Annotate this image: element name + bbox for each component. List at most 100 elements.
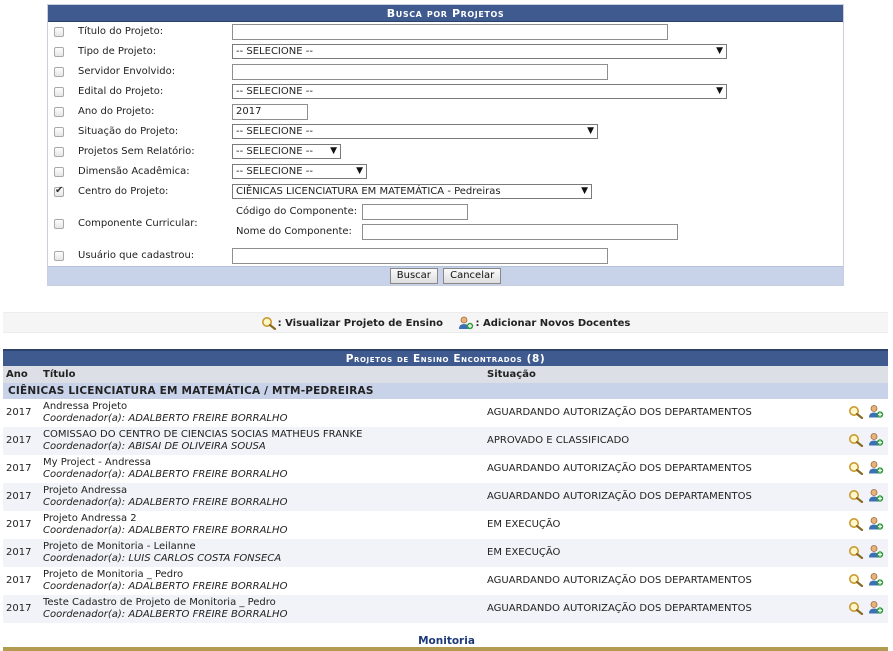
edital-select-value: -- SELECIONE -- [236,86,313,97]
row-coordenador: Coordenador(a): ADALBERTO FREIRE BORRALH… [43,497,288,508]
usuario-input[interactable] [232,248,608,264]
magnifier-icon [849,518,864,532]
results-rows: 2017 Andressa Projeto Coordenador(a): ADAL… [3,399,888,623]
add-user-icon [869,461,884,474]
titulo-input[interactable] [232,24,668,40]
sem-relatorio-label: Projetos Sem Relatório: [78,146,195,157]
dropdown-arrow-icon: ▼ [330,146,337,156]
edital-select[interactable]: -- SELECIONE -- ▼ [232,84,727,99]
row-sem-relatorio: Projetos Sem Relatório: -- SELECIONE -- … [48,142,843,162]
row-titulo: Projeto de Monitoria - Leilanne [43,541,196,552]
componente-label: Componente Curricular: [78,218,198,229]
row-tipo: Tipo de Projeto: -- SELECIONE -- ▼ [48,42,843,62]
row-centro: Centro do Projeto: CIÊNICAS LICENCIATURA… [48,182,843,202]
row-coordenador: Coordenador(a): LUIS CARLOS COSTA FONSEC… [43,553,282,564]
situacao-select-value: -- SELECIONE -- [236,126,313,137]
codigo-componente-input[interactable] [362,204,468,220]
add-docentes-button[interactable] [868,432,884,450]
view-project-button[interactable] [848,517,864,534]
results-header: Ano Título Situação [3,366,888,383]
add-docentes-button[interactable] [868,516,884,534]
header-titulo: Título [43,369,76,380]
buscar-button[interactable]: Buscar [389,268,438,284]
view-project-button[interactable] [848,601,864,618]
header-situacao: Situação [487,369,536,380]
view-project-button[interactable] [848,433,864,450]
view-project-button[interactable] [848,545,864,562]
dropdown-arrow-icon: ▼ [716,46,723,56]
row-ano: 2017 [6,519,32,530]
sem-relatorio-select[interactable]: -- SELECIONE -- ▼ [232,144,341,159]
dimensao-select[interactable]: -- SELECIONE -- ▼ [232,164,367,179]
dropdown-arrow-icon: ▼ [356,166,363,176]
results-title: Projetos de Ensino Encontrados (8) [3,349,888,366]
row-coordenador: Coordenador(a): ADALBERTO FREIRE BORRALH… [43,609,288,620]
form-actions: Buscar Cancelar [48,266,843,285]
servidor-input[interactable] [232,64,608,80]
situacao-select[interactable]: -- SELECIONE -- ▼ [232,124,598,139]
view-project-button[interactable] [848,405,864,422]
add-docentes-button[interactable] [868,404,884,422]
servidor-checkbox[interactable] [54,67,64,77]
titulo-checkbox[interactable] [54,27,64,37]
group-header: CIÊNICAS LICENCIATURA EM MATEMÁTICA / MT… [3,383,888,399]
table-row: 2017 My Project - Andressa Coordenador(a):… [3,455,888,483]
add-user-icon [869,433,884,446]
table-row: 2017 Projeto Andressa 2 Coordenador(a): AD… [3,511,888,539]
view-project-button[interactable] [848,489,864,506]
sem-relatorio-select-value: -- SELECIONE -- [236,146,313,157]
edital-checkbox[interactable] [54,87,64,97]
row-ano: Ano do Projeto: 2017 [48,102,843,122]
add-user-icon [869,573,884,586]
situacao-checkbox[interactable] [54,127,64,137]
monitoria-link[interactable]: Monitoria [0,635,893,647]
add-user-icon [869,489,884,502]
row-componente: Componente Curricular: Código do Compone… [48,202,843,246]
servidor-label: Servidor Envolvido: [78,66,176,77]
row-coordenador: Coordenador(a): ADALBERTO FREIRE BORRALH… [43,525,288,536]
dimensao-select-value: -- SELECIONE -- [236,166,313,177]
footer-bar [3,647,888,651]
legend-add-label: : Adicionar Novos Docentes [475,318,631,329]
magnifier-icon [849,462,864,476]
centro-select[interactable]: CIÊNICAS LICENCIATURA EM MATEMÁTICA - Pe… [232,184,592,199]
row-titulo: Projeto Andressa [43,485,128,496]
tipo-select[interactable]: -- SELECIONE -- ▼ [232,44,727,59]
centro-select-value: CIÊNICAS LICENCIATURA EM MATEMÁTICA - Pe… [236,186,501,197]
cancelar-button[interactable]: Cancelar [443,268,502,284]
row-usuario: Usuário que cadastrou: [48,246,843,266]
legend-view-label: : Visualizar Projeto de Ensino [277,318,443,329]
row-ano: 2017 [6,463,32,474]
row-ano: 2017 [6,603,32,614]
edital-label: Edital do Projeto: [78,86,164,97]
add-docentes-button[interactable] [868,544,884,562]
usuario-checkbox[interactable] [54,251,64,261]
ano-checkbox[interactable] [54,107,64,117]
add-docentes-button[interactable] [868,460,884,478]
dimensao-checkbox[interactable] [54,167,64,177]
row-coordenador: Coordenador(a): ABISAI DE OLIVEIRA SOUSA [43,441,266,452]
dropdown-arrow-icon: ▼ [581,186,588,196]
add-docentes-button[interactable] [868,572,884,590]
dropdown-arrow-icon: ▼ [716,86,723,96]
row-titulo: Andressa Projeto [43,401,128,412]
codigo-componente-label: Código do Componente: [236,206,358,217]
add-user-icon [869,601,884,614]
add-user-icon [869,545,884,558]
row-ano: 2017 [6,435,32,446]
row-titulo: Teste Cadastro de Projeto de Monitoria _… [43,597,276,608]
ano-input[interactable]: 2017 [232,104,308,120]
nome-componente-input[interactable] [362,224,678,240]
sem-relatorio-checkbox[interactable] [54,147,64,157]
centro-checkbox[interactable] [54,185,64,197]
add-docentes-button[interactable] [868,488,884,506]
tipo-checkbox[interactable] [54,47,64,57]
row-situacao: AGUARDANDO AUTORIZAÇÃO DOS DEPARTAMENTOS [487,575,752,586]
table-row: 2017 Projeto de Monitoria _ Pedro Coordena… [3,567,888,595]
table-row: 2017 Andressa Projeto Coordenador(a): ADAL… [3,399,888,427]
add-docentes-button[interactable] [868,600,884,618]
componente-checkbox[interactable] [54,219,64,229]
view-project-button[interactable] [848,573,864,590]
view-project-button[interactable] [848,461,864,478]
row-situacao: EM EXECUÇÃO [487,519,561,530]
